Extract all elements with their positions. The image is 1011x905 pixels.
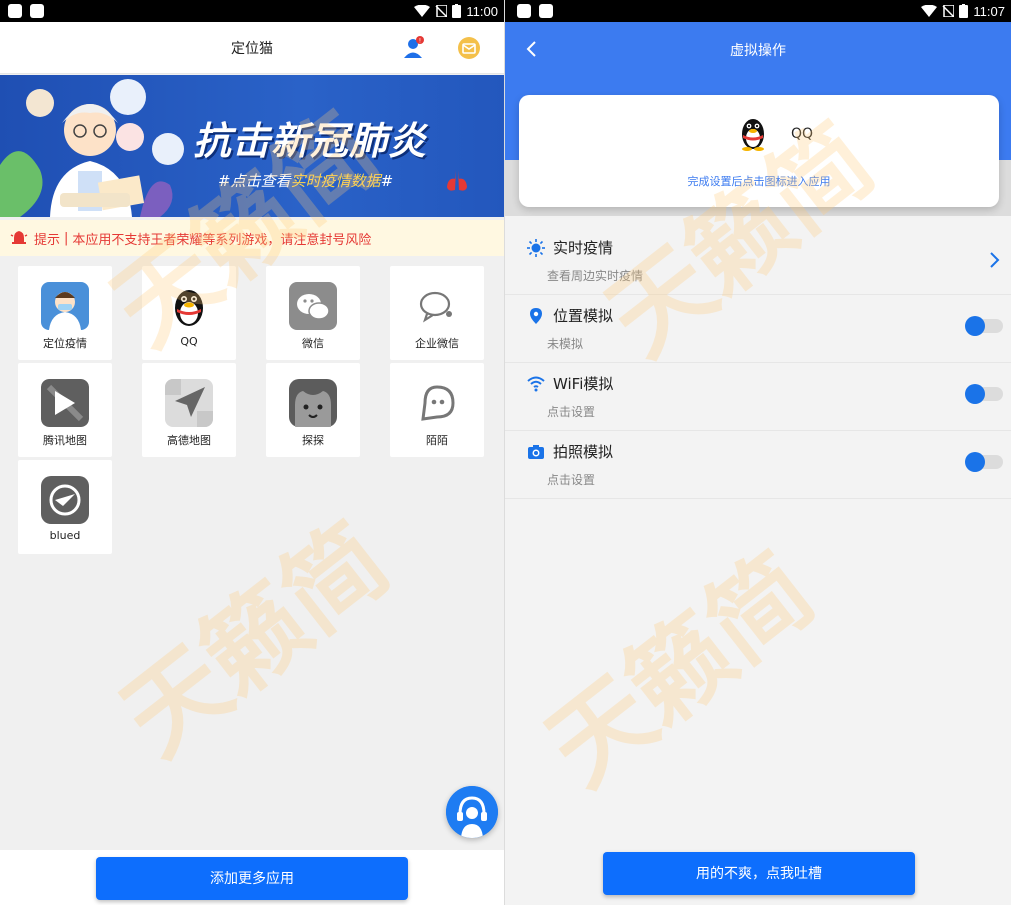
row-title: 拍照模拟 [553,443,614,461]
lungs-icon [447,170,467,191]
battery-icon [959,4,969,18]
row-location-sim[interactable]: 位置模拟 未模拟 [505,295,1011,363]
tencent-map-icon [41,379,89,427]
row-subtitle: 未模拟 [547,337,584,351]
app-label: 探探 [302,434,324,447]
status-time: 11:07 [973,3,1005,19]
wifi-signal-icon [921,5,938,17]
banner-subtitle: #点击查看实时疫情数据# [218,170,393,191]
app-card[interactable]: QQ 完成设置后点击图标进入应用 [519,95,999,207]
camera-toggle[interactable] [965,452,1003,472]
location-toggle[interactable] [965,316,1003,336]
app-label: 高德地图 [167,434,211,447]
app-label: QQ [180,335,198,348]
notice-separator: | [64,230,69,246]
right-screen: 11:07 虚拟操作 QQ 完成设置后点击图标进入应用 实时疫情 查看周边实时疫… [505,0,1011,905]
banner-sub-prefix: #点击查看 [218,172,291,190]
app-tile-wecom[interactable]: 企业微信 [390,266,484,360]
momo-icon [413,379,461,427]
row-camera-sim[interactable]: 拍照模拟 点击设置 [505,431,1011,499]
app-tile-qq[interactable]: QQ [142,266,236,360]
wifi-icon [527,376,545,392]
toggle-knob [965,452,985,472]
wifi-signal-icon [414,5,431,17]
status-bar: 11:07 [505,0,1011,22]
add-more-apps-button[interactable]: 添加更多应用 [96,857,408,900]
notice-bar: 提示 | 本应用不支持王者荣耀等系列游戏，请注意封号风险 [0,220,504,256]
app-header: 定位猫 ! [0,22,504,74]
user-profile-icon[interactable]: ! [402,36,426,60]
app-label: 陌陌 [426,434,448,447]
battery-icon [452,4,462,18]
camera-icon [528,445,544,459]
wifi-toggle[interactable] [965,384,1003,404]
page-title: 定位猫 [231,41,273,57]
watermark: 天籁简 [526,531,835,809]
alarm-bell-icon [10,231,28,244]
qq-penguin-icon[interactable] [737,115,769,151]
app-label: 定位疫情 [43,337,87,350]
watermark: 天籁简 [101,501,410,779]
notice-text: 本应用不支持王者荣耀等系列游戏，请注意封号风险 [72,232,372,248]
notification-icon [539,4,553,18]
app-hint: 完成设置后点击图标进入应用 [687,175,831,188]
row-subtitle: 点击设置 [547,405,596,419]
app-tile-tencent-map[interactable]: 腾讯地图 [18,363,112,457]
app-tile-wechat[interactable]: 微信 [266,266,360,360]
blued-icon [41,476,89,524]
feedback-button[interactable]: 用的不爽，点我吐槽 [603,852,915,895]
status-time: 11:00 [466,3,498,19]
notification-icon [30,4,44,18]
notification-icon [8,4,22,18]
app-tile-amap[interactable]: 高德地图 [142,363,236,457]
row-wifi-sim[interactable]: WiFi模拟 点击设置 [505,363,1011,431]
customer-service-button[interactable] [446,786,498,838]
app-label: blued [49,529,81,542]
doctor-icon [41,282,89,330]
banner-sub-suffix: # [380,172,394,190]
wecom-icon [413,282,461,330]
toggle-knob [965,384,985,404]
banner-title: 抗击新冠肺炎 [193,119,428,163]
app-label: 腾讯地图 [43,434,87,447]
app-tile-momo[interactable]: 陌陌 [390,363,484,457]
left-screen: 11:00 定位猫 ! 抗击新冠肺炎 #点击查看实时疫情数据# 提示 | 本应用… [0,0,504,905]
app-label: 微信 [302,337,324,350]
tantan-icon [289,379,337,427]
location-pin-icon [530,308,542,324]
status-bar: 11:00 [0,0,504,22]
row-title: WiFi模拟 [553,375,614,393]
app-label: 企业微信 [415,337,459,350]
toggle-knob [965,316,985,336]
row-title: 位置模拟 [553,307,614,325]
row-realtime-epidemic[interactable]: 实时疫情 查看周边实时疫情 [505,227,1011,295]
no-sim-icon [942,5,955,17]
mail-gift-icon[interactable] [457,36,481,60]
chevron-right-icon[interactable] [989,251,1001,269]
wechat-icon [289,282,337,330]
row-title: 实时疫情 [553,239,614,257]
app-tile-epidemic[interactable]: 定位疫情 [18,266,112,360]
qq-penguin-icon [165,282,213,330]
svg-text:!: ! [419,38,421,45]
amap-icon [165,379,213,427]
app-name: QQ [791,126,814,142]
app-tile-blued[interactable]: blued [18,460,112,554]
notification-icon [517,4,531,18]
virus-icon [527,239,545,257]
row-subtitle: 查看周边实时疫情 [547,269,644,283]
row-subtitle: 点击设置 [547,473,596,487]
banner-sub-highlight: 实时疫情数据 [290,172,381,190]
no-sim-icon [435,5,448,17]
app-tile-tantan[interactable]: 探探 [266,363,360,457]
page-title: 虚拟操作 [730,43,786,59]
notice-label: 提示 [34,232,61,248]
